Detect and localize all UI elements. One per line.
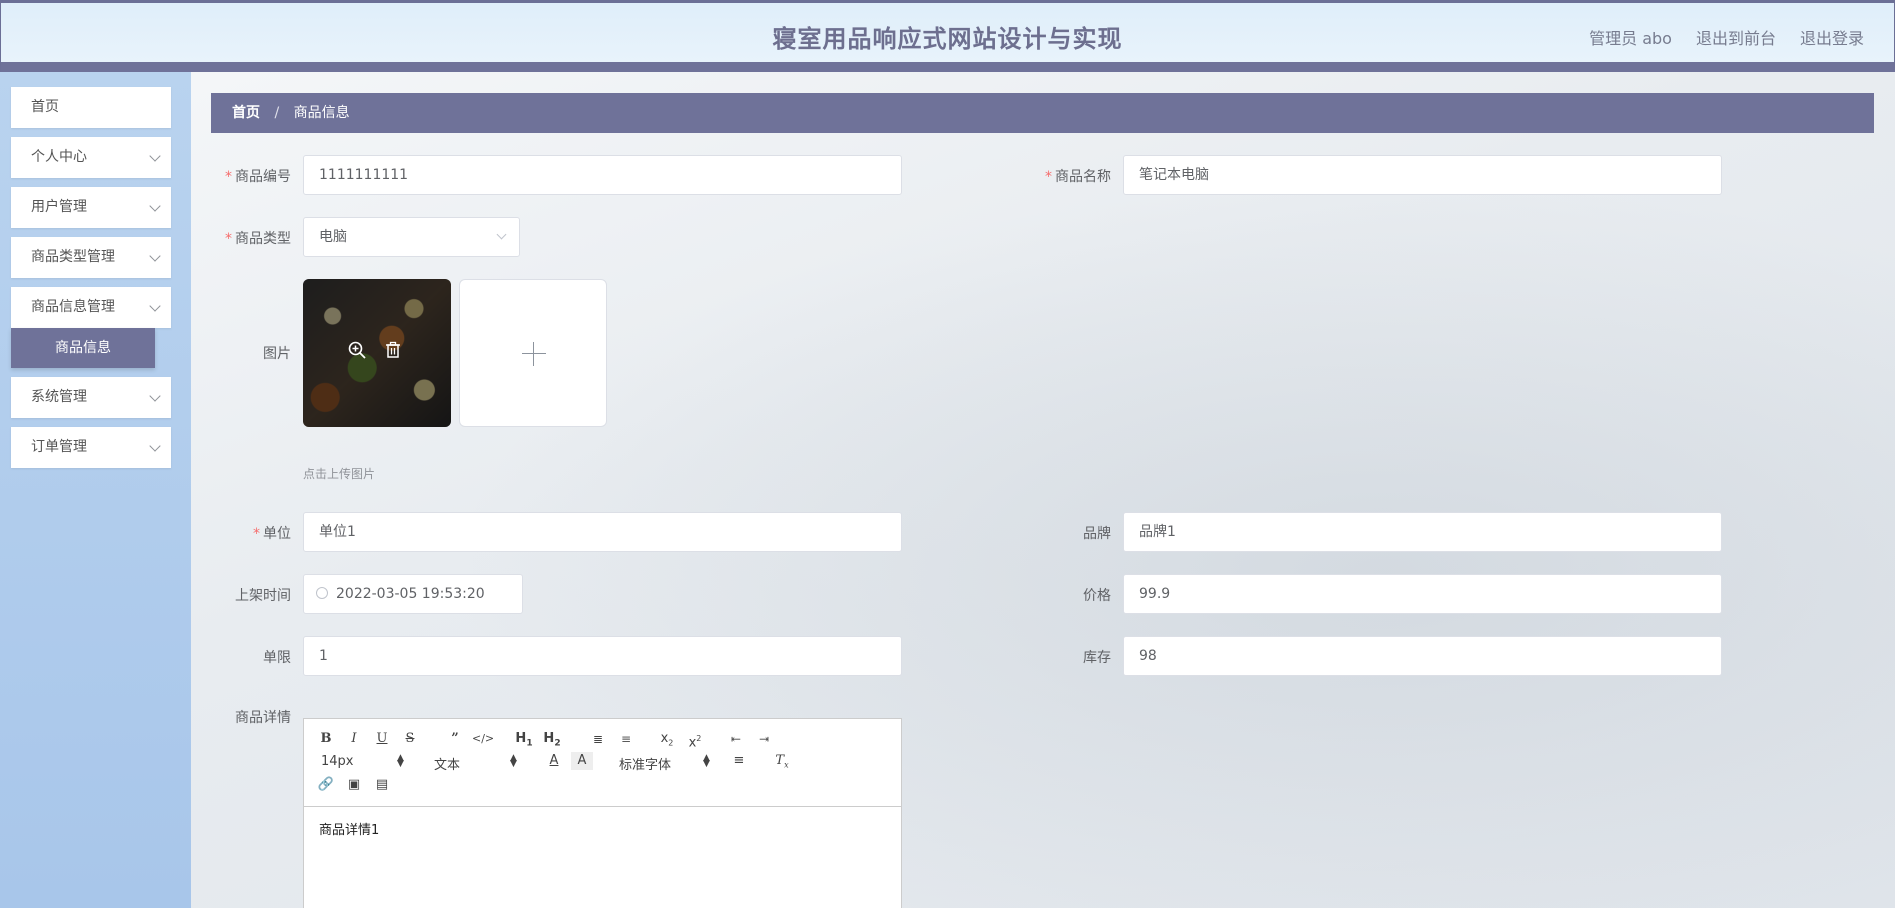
sidebar-item-label: 商品信息管理 (31, 299, 115, 315)
unit-label: * 单位 (253, 526, 291, 542)
align-button[interactable]: ≡ (728, 752, 750, 770)
code-label: * 商品编号 (225, 169, 291, 185)
chevron-down-icon (149, 200, 161, 212)
detail-label: 商品详情 (235, 710, 291, 726)
brand-label: 品牌 (1083, 526, 1111, 542)
brand-input[interactable]: 品牌1 (1123, 512, 1722, 552)
link-icon[interactable]: 🔗 (315, 776, 337, 794)
type-select[interactable]: 电脑 (303, 217, 520, 257)
updown-icon: ▲ ▼ (703, 753, 710, 769)
zoom-in-icon[interactable] (347, 340, 367, 360)
italic-button[interactable]: I (343, 730, 365, 748)
editor-content[interactable]: 商品详情1 (319, 819, 379, 838)
blockquote-button[interactable]: ” (444, 730, 466, 748)
unit-input[interactable]: 单位1 (303, 512, 902, 552)
name-input[interactable]: 笔记本电脑 (1123, 155, 1722, 195)
bold-button[interactable]: B (315, 730, 337, 748)
breadcrumb-current: 商品信息 (293, 105, 350, 121)
current-user: 管理员 abo (1589, 29, 1672, 48)
rich-text-editor: B I U S ” </> H1 H2 ≣ ≡ x2 x2 ⇤ ⇥ 14px ▲… (303, 718, 902, 908)
video-icon[interactable]: ▤ (371, 776, 393, 794)
main-content: 首页 / 商品信息 * 商品编号 1111111111 * 商品名称 笔记本电脑 *… (191, 72, 1895, 908)
sidebar-item-order-management[interactable]: 订单管理 (11, 427, 171, 468)
logout-link[interactable]: 退出登录 (1800, 25, 1864, 49)
stock-input[interactable]: 98 (1123, 636, 1722, 676)
breadcrumb: 首页 / 商品信息 (211, 93, 1874, 133)
clear-format-button[interactable]: Tx (771, 752, 793, 775)
updown-icon: ▲ ▼ (397, 753, 404, 769)
clock-icon (316, 587, 328, 599)
listing-time-picker[interactable]: 2022-03-05 19:53:20 (303, 574, 523, 614)
chevron-down-icon (149, 300, 161, 312)
sidebar-item-label: 系统管理 (31, 389, 87, 405)
stock-label: 库存 (1083, 650, 1111, 666)
strikethrough-button[interactable]: S (399, 730, 421, 748)
plus-icon (522, 353, 546, 354)
outdent-button[interactable]: ⇤ (725, 730, 747, 748)
sidebar-item-product-type-management[interactable]: 商品类型管理 (11, 237, 171, 278)
editor-toolbar: B I U S ” </> H1 H2 ≣ ≡ x2 x2 ⇤ ⇥ 14px ▲… (304, 719, 901, 807)
header-format-select[interactable]: 文本 ▲ ▼ (434, 753, 522, 774)
heading-1-button[interactable]: H1 (513, 730, 535, 753)
background-color-button[interactable]: A (571, 752, 593, 770)
chevron-down-icon (149, 390, 161, 402)
limit-label: 单限 (263, 650, 291, 666)
image-label: 图片 (263, 346, 291, 362)
sidebar-item-label: 个人中心 (31, 149, 87, 165)
sidebar-item-user-management[interactable]: 用户管理 (11, 187, 171, 228)
chevron-down-icon (149, 440, 161, 452)
heading-2-button[interactable]: H2 (541, 730, 563, 753)
subscript-button[interactable]: x2 (656, 730, 678, 753)
sidebar-item-label: 订单管理 (31, 439, 87, 455)
breadcrumb-separator: / (274, 105, 280, 121)
text-color-button[interactable]: A (543, 752, 565, 770)
code-block-button[interactable]: </> (472, 730, 494, 748)
header-actions: 管理员 abo 退出到前台 退出登录 (1589, 25, 1864, 49)
price-input[interactable]: 99.9 (1123, 574, 1722, 614)
updown-icon: ▲ ▼ (510, 753, 517, 769)
chevron-down-icon (149, 150, 161, 162)
sidebar-item-home[interactable]: 首页 (11, 87, 171, 128)
chevron-down-icon (149, 250, 161, 262)
type-label: * 商品类型 (225, 231, 291, 247)
upload-hint: 点击上传图片 (303, 467, 376, 481)
image-icon[interactable]: ▣ (343, 776, 365, 794)
sidebar-item-system-management[interactable]: 系统管理 (11, 377, 171, 418)
listing-time-label: 上架时间 (235, 588, 291, 604)
bullet-list-button[interactable]: ≡ (615, 730, 637, 748)
thumbnail-hover-overlay (303, 279, 451, 427)
sidebar-item-label: 用户管理 (31, 199, 87, 215)
font-size-select[interactable]: 14px ▲ ▼ (321, 753, 409, 770)
product-image-thumbnail[interactable] (303, 279, 451, 427)
sidebar-item-label: 商品类型管理 (31, 249, 115, 265)
ordered-list-button[interactable]: ≣ (587, 730, 609, 748)
price-label: 价格 (1083, 588, 1111, 604)
sidebar-item-product-info-management[interactable]: 商品信息管理 (11, 287, 171, 328)
top-header: 寝室用品响应式网站设计与实现 管理员 abo 退出到前台 退出登录 (0, 0, 1895, 72)
sidebar-item-personal-center[interactable]: 个人中心 (11, 137, 171, 178)
font-family-select[interactable]: 标准字体 ▲ ▼ (619, 753, 710, 774)
code-input[interactable]: 1111111111 (303, 155, 902, 195)
sidebar: 首页 个人中心 用户管理 商品类型管理 商品信息管理 商品信息 系统管理 订单管… (0, 72, 191, 908)
underline-button[interactable]: U (371, 730, 393, 748)
name-label: * 商品名称 (1045, 169, 1111, 185)
exit-to-front-link[interactable]: 退出到前台 (1696, 25, 1776, 49)
superscript-button[interactable]: x2 (684, 730, 706, 752)
breadcrumb-home[interactable]: 首页 (232, 105, 260, 121)
limit-input[interactable]: 1 (303, 636, 902, 676)
chevron-down-icon (496, 229, 507, 240)
trash-icon[interactable] (383, 340, 403, 360)
indent-button[interactable]: ⇥ (753, 730, 775, 748)
sidebar-subitem-product-info[interactable]: 商品信息 (11, 328, 155, 368)
image-upload-button[interactable] (459, 279, 607, 427)
sidebar-item-label: 首页 (31, 99, 59, 115)
